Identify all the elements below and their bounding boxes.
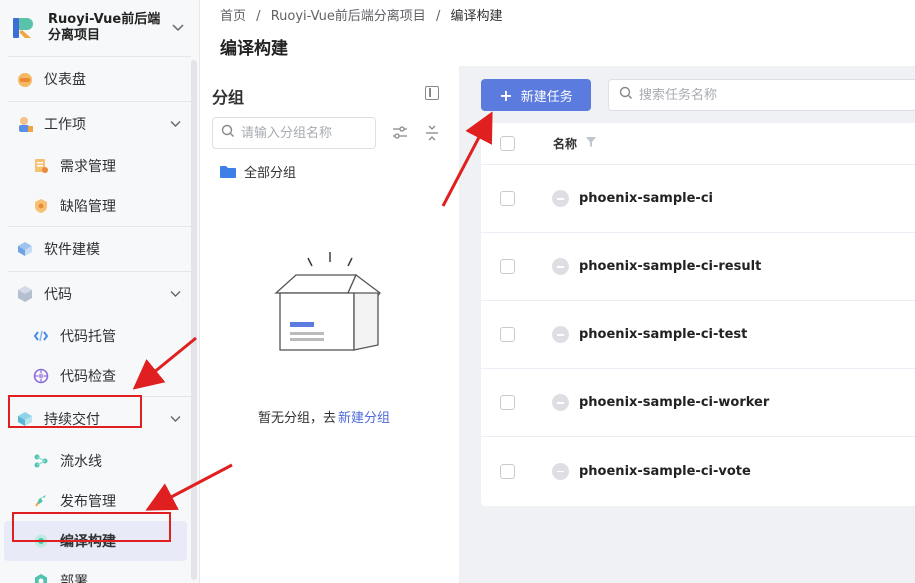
status-icon	[552, 394, 569, 411]
sidebar-item-dashboard[interactable]: 仪表盘	[0, 57, 199, 101]
modeling-icon	[16, 240, 34, 258]
column-header-name: 名称	[553, 137, 578, 151]
row-checkbox[interactable]	[500, 395, 515, 410]
row-checkbox[interactable]	[500, 463, 515, 479]
pipeline-icon	[32, 452, 50, 470]
deploy-icon	[32, 572, 50, 583]
sidebar-item-workitem[interactable]: 工作项	[0, 102, 199, 146]
search-icon	[619, 86, 633, 104]
group-search-input[interactable]	[241, 125, 369, 141]
status-icon	[552, 462, 569, 480]
code-check-icon	[32, 367, 50, 385]
project-name: Ruoyi-Vue前后端 分离项目	[48, 12, 161, 43]
chevron-down-icon	[172, 21, 184, 35]
sidebar-item-label: 工作项	[44, 117, 86, 133]
collapse-panel-icon[interactable]	[425, 86, 439, 100]
group-item-all[interactable]: 全部分组	[220, 162, 296, 181]
sidebar-item-label: 部署	[60, 574, 88, 583]
sidebar-item-defects[interactable]: 缺陷管理	[0, 186, 199, 226]
project-logo-icon	[10, 14, 38, 42]
project-switcher[interactable]: Ruoyi-Vue前后端 分离项目	[0, 0, 199, 56]
task-name[interactable]: phoenix-sample-ci-test	[579, 327, 747, 342]
sidebar-item-label: 缺陷管理	[60, 199, 116, 215]
breadcrumb-current: 编译构建	[450, 9, 503, 24]
breadcrumb-separator: /	[435, 9, 441, 24]
annotation-highlight-delivery	[8, 395, 142, 428]
row-checkbox[interactable]	[500, 259, 515, 274]
sidebar-item-pipeline[interactable]: 流水线	[0, 441, 199, 481]
sidebar-item-label: 软件建模	[44, 242, 100, 258]
requirement-icon	[32, 157, 50, 175]
breadcrumb: 首页 / Ruoyi-Vue前后端分离项目 / 编译构建	[220, 5, 509, 24]
table-row[interactable]: phoenix-sample-ci	[481, 165, 915, 233]
chevron-down-icon	[170, 288, 181, 301]
collapse-all-icon[interactable]	[423, 124, 441, 142]
table-row[interactable]: phoenix-sample-ci-worker	[481, 369, 915, 437]
row-checkbox[interactable]	[500, 327, 515, 342]
annotation-highlight-build	[12, 512, 171, 542]
task-search-input[interactable]	[639, 87, 899, 103]
group-item-label: 全部分组	[244, 166, 297, 181]
task-search-field[interactable]	[608, 79, 915, 111]
sidebar-item-label: 代码	[44, 287, 72, 303]
chevron-down-icon	[170, 413, 181, 426]
task-name[interactable]: phoenix-sample-ci-vote	[579, 464, 751, 479]
page-header: 首页 / Ruoyi-Vue前后端分离项目 / 编译构建 编译构建	[200, 0, 915, 66]
sidebar-item-code[interactable]: 代码	[0, 272, 199, 316]
breadcrumb-home[interactable]: 首页	[220, 9, 246, 24]
dashboard-icon	[16, 70, 34, 88]
status-icon	[552, 326, 569, 343]
sidebar-item-code-check[interactable]: 代码检查	[0, 356, 199, 396]
plus-icon: +	[499, 85, 513, 105]
group-panel-title: 分组	[212, 88, 245, 107]
code-icon	[16, 285, 34, 303]
sidebar-item-requirements[interactable]: 需求管理	[0, 146, 199, 186]
sidebar-item-label: 发布管理	[60, 494, 116, 510]
sidebar-item-label: 代码检查	[60, 369, 116, 385]
search-icon	[221, 124, 235, 142]
task-name[interactable]: phoenix-sample-ci-worker	[579, 395, 769, 410]
status-icon	[552, 190, 569, 207]
table-header: 名称	[481, 123, 915, 165]
sidebar-item-label: 流水线	[60, 454, 102, 470]
filter-settings-icon[interactable]	[391, 124, 409, 142]
code-hosting-icon	[32, 327, 50, 345]
page-title: 编译构建	[220, 39, 288, 59]
empty-state-text: 暂无分组，去 新建分组	[258, 411, 391, 426]
status-icon	[552, 258, 569, 275]
select-all-checkbox[interactable]	[500, 136, 515, 151]
breadcrumb-separator: /	[256, 9, 261, 24]
task-table: 名称 phoenix-sample-ci phoenix-sample-ci-r…	[481, 123, 915, 506]
sidebar-item-deploy[interactable]: 部署	[0, 561, 199, 583]
bug-icon	[32, 197, 50, 215]
new-task-button[interactable]: + 新建任务	[481, 79, 591, 111]
create-group-link[interactable]: 新建分组	[338, 411, 390, 426]
filter-icon[interactable]	[585, 136, 597, 152]
chevron-down-icon	[170, 118, 181, 131]
breadcrumb-project[interactable]: Ruoyi-Vue前后端分离项目	[271, 9, 426, 24]
sidebar-item-label: 代码托管	[60, 329, 116, 345]
sidebar-item-modeling[interactable]: 软件建模	[0, 227, 199, 271]
sidebar-item-code-hosting[interactable]: 代码托管	[0, 316, 199, 356]
table-row[interactable]: phoenix-sample-ci-result	[481, 233, 915, 301]
task-name[interactable]: phoenix-sample-ci-result	[579, 259, 761, 274]
new-task-label: 新建任务	[520, 89, 573, 105]
table-row[interactable]: phoenix-sample-ci-test	[481, 301, 915, 369]
sidebar-scrollbar[interactable]	[191, 60, 197, 580]
sidebar-item-label: 需求管理	[60, 159, 116, 175]
sidebar-item-label: 仪表盘	[44, 72, 86, 88]
group-search-field[interactable]	[212, 117, 376, 149]
empty-box-illustration	[266, 246, 396, 360]
folder-icon	[220, 165, 236, 178]
sidebar: Ruoyi-Vue前后端 分离项目 仪表盘 工作项 需求管理 缺陷管理 软件建模…	[0, 0, 200, 583]
row-checkbox[interactable]	[500, 191, 515, 206]
workitem-icon	[16, 115, 34, 133]
table-row[interactable]: phoenix-sample-ci-vote	[481, 437, 915, 505]
task-name[interactable]: phoenix-sample-ci	[579, 191, 713, 206]
group-panel: 分组 全部分组 暂无分组，去新建分组	[200, 66, 460, 583]
release-icon	[32, 492, 50, 510]
